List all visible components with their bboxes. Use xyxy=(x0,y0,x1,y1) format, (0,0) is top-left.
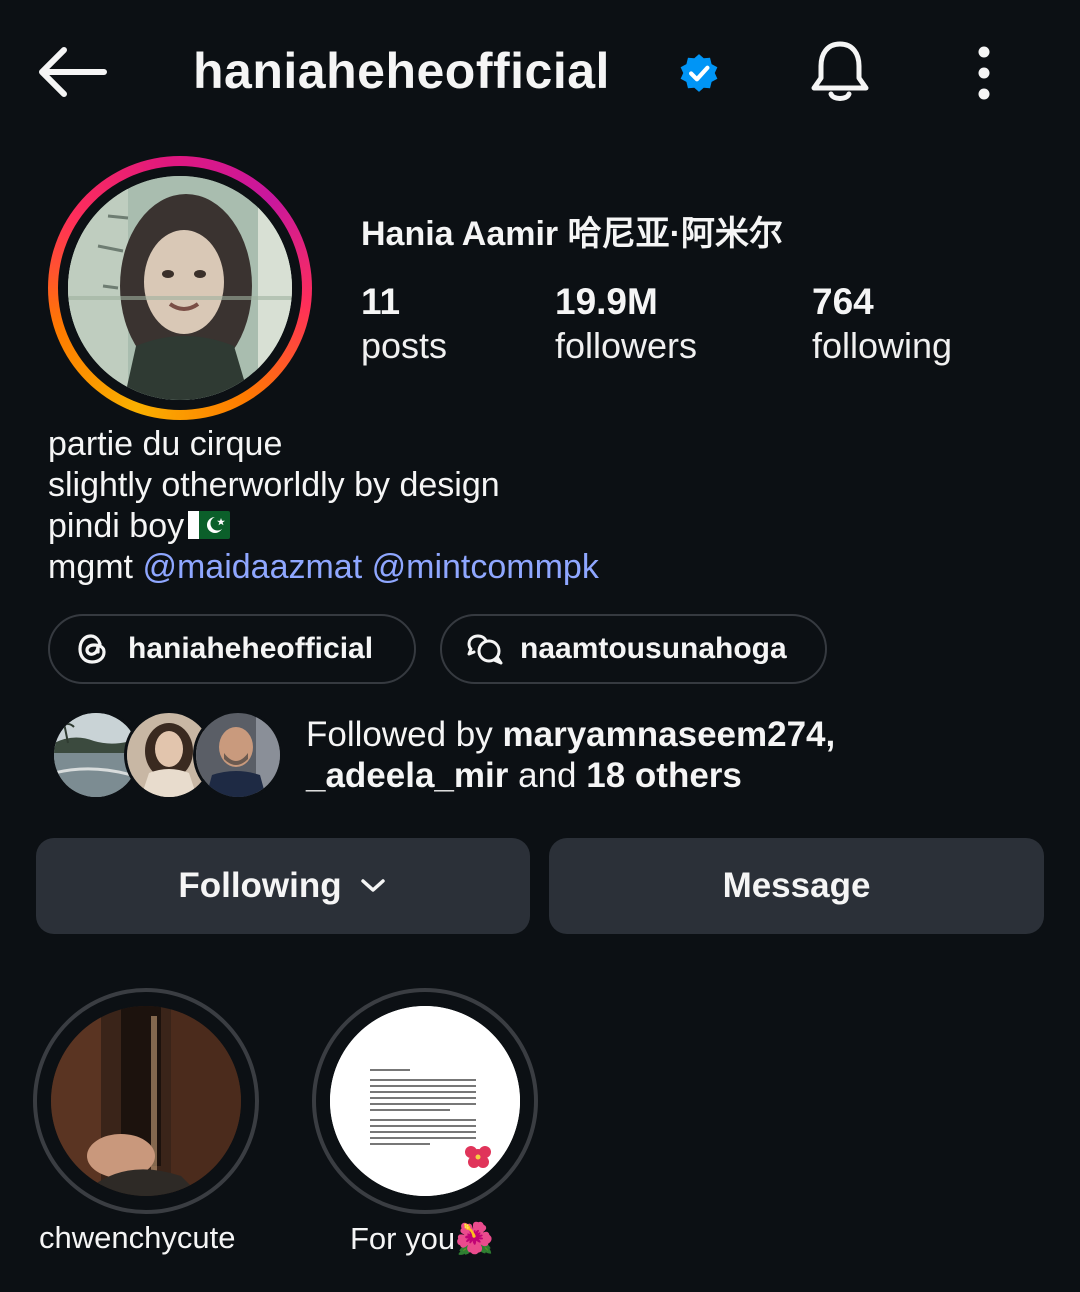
followed-by-others: 18 others xyxy=(586,756,742,795)
followed-by-user: maryamnaseem274, xyxy=(502,715,836,754)
mutual-follower-avatar[interactable] xyxy=(193,710,283,800)
highlight-label: chwenchycute xyxy=(39,1220,236,1255)
bio: partie du cirque slightly otherworldly b… xyxy=(48,424,599,588)
highlight-cover xyxy=(51,1006,241,1196)
followed-by-text[interactable]: Followed by maryamnaseem274, _adeela_mir… xyxy=(306,714,835,796)
hibiscus-icon xyxy=(465,1146,491,1168)
bell-icon xyxy=(811,41,869,101)
notifications-button[interactable] xyxy=(806,38,874,106)
posts-count: 11 xyxy=(361,281,401,322)
avatar-image xyxy=(68,176,292,400)
message-button-label: Message xyxy=(722,866,871,905)
message-button[interactable]: Message xyxy=(549,838,1044,934)
profile-avatar[interactable] xyxy=(48,156,312,420)
threads-link-label: haniaheheofficial xyxy=(128,632,374,665)
bio-line: pindi boy xyxy=(48,506,599,547)
posts-stat[interactable]: 11 posts xyxy=(361,282,447,370)
avatar-photo xyxy=(68,176,292,400)
highlight-cover xyxy=(330,1006,520,1196)
mention-link-maidaazmat[interactable]: @maidaazmat xyxy=(142,548,362,586)
pakistan-flag-icon xyxy=(188,511,231,540)
display-name: Hania Aamir 哈尼亚·阿米尔 xyxy=(361,215,783,253)
followed-by-and: and xyxy=(518,756,577,795)
posts-label: posts xyxy=(361,325,448,366)
bio-line: slightly otherworldly by design xyxy=(48,466,500,504)
following-label: following xyxy=(812,325,953,366)
header-username: haniaheheofficial xyxy=(193,43,610,99)
threads-icon xyxy=(78,634,106,664)
followers-count: 19.9M xyxy=(555,281,658,322)
story-highlight[interactable] xyxy=(312,988,538,1214)
followers-stat[interactable]: 19.9M followers xyxy=(555,282,697,370)
chat-link-pill[interactable]: naamtousunahoga xyxy=(440,614,827,684)
chat-bubbles-icon xyxy=(467,634,503,665)
bio-mgmt-line: mgmt @maidaazmat @mintcommpk xyxy=(48,547,599,588)
followed-by-user: _adeela_mir xyxy=(306,756,509,795)
more-options-button[interactable] xyxy=(964,44,1004,102)
bio-line-text: pindi boy xyxy=(48,507,185,545)
bio-mgmt-prefix: mgmt xyxy=(48,548,133,586)
following-stat[interactable]: 764 following xyxy=(812,282,952,370)
mention-link-mintcommpk[interactable]: @mintcommpk xyxy=(372,548,599,586)
following-button-label: Following xyxy=(178,866,342,905)
following-button[interactable]: Following xyxy=(36,838,530,934)
following-count: 764 xyxy=(812,281,874,322)
more-vertical-icon xyxy=(978,46,990,100)
followers-label: followers xyxy=(555,325,698,366)
chevron-down-icon xyxy=(360,879,385,892)
story-highlight[interactable] xyxy=(33,988,259,1214)
threads-link-pill[interactable]: haniaheheofficial xyxy=(48,614,416,684)
highlight-label: For you🌺 xyxy=(350,1221,494,1256)
verified-badge-icon xyxy=(680,54,718,92)
chat-link-label: naamtousunahoga xyxy=(520,632,787,665)
bio-line: partie du cirque xyxy=(48,425,283,463)
back-button[interactable] xyxy=(36,44,108,100)
followed-by-prefix: Followed by xyxy=(306,715,493,754)
back-arrow-icon xyxy=(39,47,107,97)
profile-page: haniaheheofficial Hania Aamir 哈尼亚·阿米尔 11… xyxy=(0,0,1080,1292)
